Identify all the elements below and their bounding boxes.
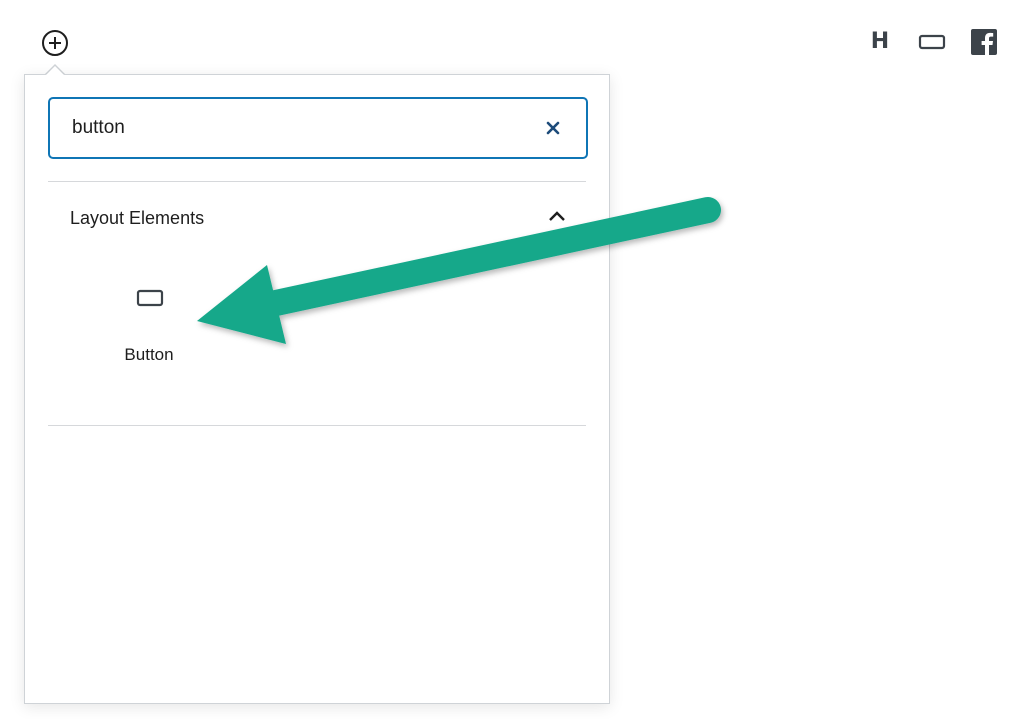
heading-block-button[interactable]: H xyxy=(864,26,896,58)
block-inserter-popover: Layout Elements Button xyxy=(24,74,610,704)
panel-toggle-layout-elements[interactable]: Layout Elements xyxy=(48,182,586,254)
plus-circle-icon xyxy=(42,30,68,56)
panel-title: Layout Elements xyxy=(70,208,205,228)
facebook-icon xyxy=(971,29,997,55)
block-item-label: Button xyxy=(124,345,174,364)
chevron-up-icon xyxy=(549,211,565,221)
facebook-embed-button[interactable] xyxy=(968,26,1000,58)
button-icon xyxy=(918,34,946,50)
search-box[interactable] xyxy=(48,97,588,159)
clear-search-button[interactable] xyxy=(542,117,564,139)
button-block-button[interactable] xyxy=(916,26,948,58)
block-item-button[interactable]: Button xyxy=(88,275,210,375)
add-block-button[interactable] xyxy=(40,28,70,58)
panel-divider-bottom xyxy=(48,425,586,426)
button-icon xyxy=(136,289,164,307)
search-input[interactable] xyxy=(72,99,512,157)
heading-icon: H xyxy=(870,29,890,54)
quick-insert-icons: H xyxy=(844,26,1000,58)
popover-arrow-inner xyxy=(46,66,64,75)
close-icon xyxy=(546,121,560,135)
